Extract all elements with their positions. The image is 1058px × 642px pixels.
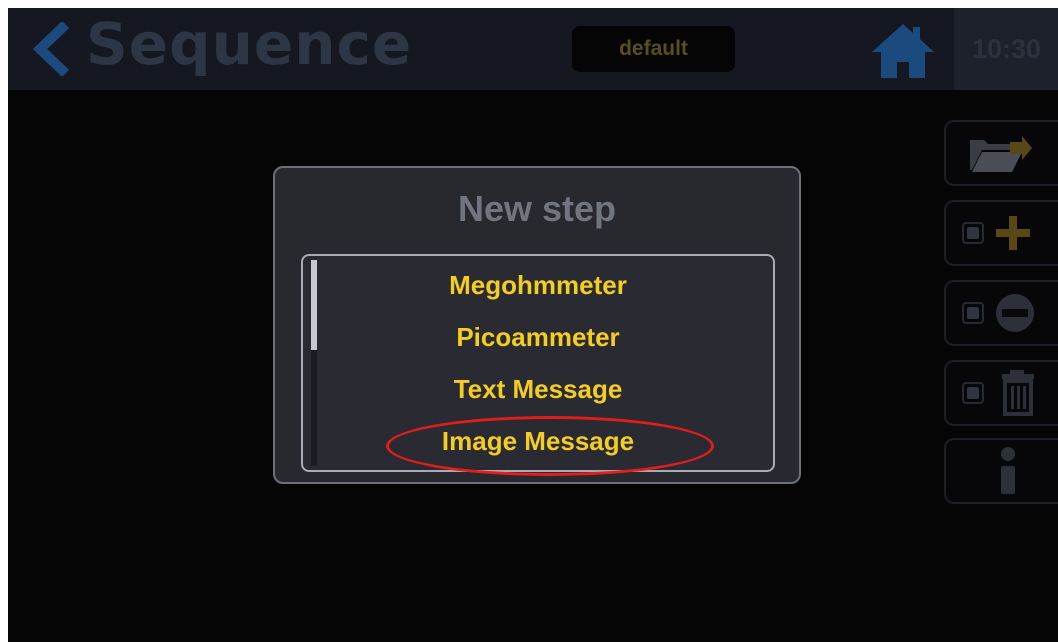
back-chevron-icon[interactable]	[28, 22, 72, 76]
add-step-checkbox[interactable]	[962, 222, 984, 244]
minus-circle-icon	[996, 294, 1034, 332]
home-icon[interactable]	[870, 22, 936, 80]
clock-time: 10:30	[972, 34, 1042, 64]
option-picoammeter[interactable]: Picoammeter	[303, 322, 773, 353]
remove-step-checkbox[interactable]	[962, 302, 984, 324]
option-megohmmeter[interactable]: Megohmmeter	[303, 270, 773, 301]
plus-icon	[996, 216, 1030, 250]
dialog-title: New step	[457, 188, 617, 229]
add-step-button[interactable]	[944, 200, 1058, 266]
remove-step-button[interactable]	[944, 280, 1058, 346]
delete-step-button[interactable]	[944, 360, 1058, 426]
page-title: Sequence	[86, 10, 413, 78]
highlight-ellipse-annotation	[386, 416, 714, 476]
app-screen: Sequence default 10:30 New step Megohmme…	[8, 8, 1058, 642]
info-button[interactable]	[944, 438, 1058, 504]
folder-open-icon	[970, 136, 1032, 172]
delete-step-checkbox[interactable]	[962, 382, 984, 404]
trash-icon	[1002, 370, 1034, 416]
open-sequence-button[interactable]	[944, 120, 1058, 186]
option-text-message[interactable]: Text Message	[303, 374, 773, 405]
header-bar: Sequence default 10:30	[8, 8, 1058, 90]
info-icon	[1001, 447, 1015, 494]
clock-panel: 10:30	[954, 8, 1058, 90]
profile-button[interactable]: default	[572, 26, 735, 72]
